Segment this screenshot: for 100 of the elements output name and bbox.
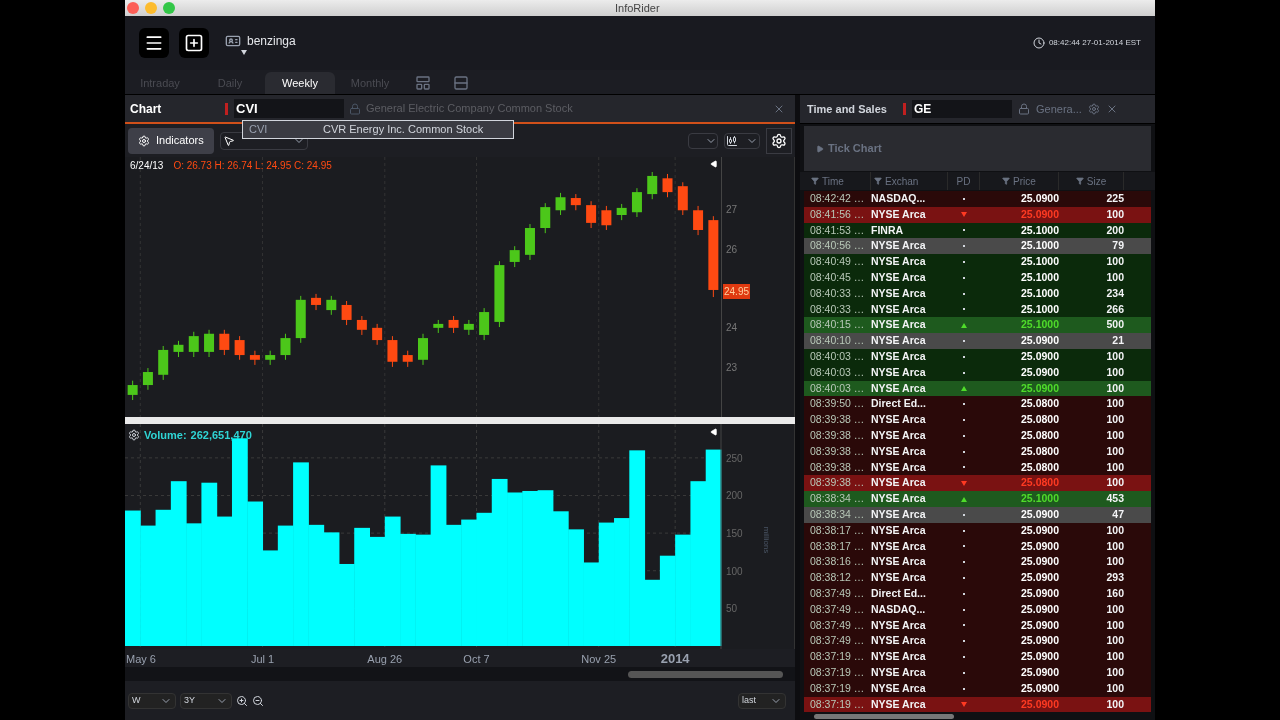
scrollbar-thumb[interactable] bbox=[814, 713, 954, 719]
trade-row[interactable]: 08:40:10 … NYSE Arca 25.0900 21 bbox=[804, 333, 1151, 349]
price-cell-text: 25.0900 bbox=[1020, 554, 1059, 570]
time-cell-text: 08:40:03 … bbox=[809, 349, 866, 364]
collapse-arrow-icon[interactable] bbox=[710, 160, 718, 168]
filter-icon[interactable] bbox=[1075, 177, 1084, 185]
size-cell-text: 100 bbox=[1105, 680, 1124, 696]
price-cell-text: 25.0900 bbox=[1020, 191, 1059, 206]
size-cell-text: 21 bbox=[1111, 333, 1124, 349]
candlestick bbox=[356, 315, 367, 336]
symbol-field[interactable]: CVI bbox=[234, 98, 344, 119]
expand-arrow-icon[interactable] bbox=[816, 144, 824, 153]
period-tab[interactable]: Weekly bbox=[265, 72, 335, 94]
settings-button[interactable] bbox=[766, 127, 792, 154]
layout-icon[interactable] bbox=[415, 75, 431, 91]
trade-row[interactable]: 08:42:42 … NASDAQ... 25.0900 225 bbox=[804, 191, 1151, 207]
trade-row[interactable]: 08:39:50 … Direct Ed... 25.0800 100 bbox=[804, 396, 1151, 413]
candlestick bbox=[234, 335, 245, 361]
column-header[interactable]: Size bbox=[1059, 172, 1124, 190]
trade-row[interactable]: 08:39:38 … NYSE Arca 25.0800 100 bbox=[804, 412, 1151, 428]
size-cell-text: 453 bbox=[1105, 491, 1124, 507]
exchange-cell-text: NYSE Arca bbox=[871, 696, 927, 712]
size-cell-text: 100 bbox=[1105, 380, 1124, 396]
candlestick-icon bbox=[726, 134, 738, 147]
candlestick bbox=[540, 202, 551, 234]
candlestick bbox=[693, 205, 704, 236]
trade-row[interactable]: 08:38:12 … NYSE Arca 25.0900 293 bbox=[804, 570, 1151, 586]
price-cell-text: 25.0900 bbox=[1020, 522, 1059, 538]
time-cell-text: 08:37:49 … bbox=[809, 585, 866, 601]
column-header[interactable]: PD bbox=[948, 172, 980, 190]
price-type-dropdown[interactable]: last bbox=[738, 692, 786, 709]
exchange-cell-text: NYSE Arca bbox=[871, 664, 927, 680]
exchange-cell-text: NYSE Arca bbox=[871, 522, 927, 538]
price-cell-text: 25.0900 bbox=[1020, 617, 1059, 633]
time-cell-text: 08:38:16 … bbox=[809, 554, 866, 570]
candlestick bbox=[341, 300, 352, 326]
time-cell-text: 08:37:19 … bbox=[809, 649, 866, 665]
autocomplete-name[interactable]: CVR Energy Inc. Common Stock bbox=[323, 121, 484, 138]
zoom-out-icon[interactable] bbox=[252, 694, 264, 707]
exchange-cell-text: NYSE Arca bbox=[871, 680, 927, 696]
indicators-button[interactable]: Indicators bbox=[128, 127, 214, 154]
trade-row[interactable]: 08:40:49 … NYSE Arca 25.1000 100 bbox=[804, 254, 1151, 270]
range-value: 3Y bbox=[184, 693, 195, 707]
user-name[interactable]: benzinga bbox=[247, 31, 296, 50]
time-cell-text: 08:38:17 … bbox=[809, 538, 866, 554]
price-cell-text: 25.1000 bbox=[1020, 285, 1059, 301]
candlestick bbox=[249, 350, 260, 366]
zoom-in-icon[interactable] bbox=[236, 694, 248, 707]
price-cell-text: 25.1000 bbox=[1020, 491, 1059, 507]
size-cell-text: 100 bbox=[1105, 443, 1124, 459]
symbol-field[interactable]: GE bbox=[912, 100, 1012, 118]
time-cell-text: 08:37:19 … bbox=[809, 664, 866, 680]
menu-button[interactable] bbox=[139, 28, 169, 58]
candlestick bbox=[555, 192, 566, 216]
clock-icon bbox=[1032, 37, 1045, 49]
collapse-arrow-icon[interactable] bbox=[710, 428, 718, 436]
exchange-cell-text: NYSE Arca bbox=[871, 285, 927, 301]
price-axis-label: 24 bbox=[726, 322, 738, 334]
autocomplete-symbol[interactable]: CVI bbox=[243, 121, 323, 138]
interval-dropdown[interactable]: W bbox=[128, 692, 176, 709]
candlestick bbox=[586, 200, 597, 229]
column-header[interactable]: Price bbox=[980, 172, 1059, 190]
trade-row[interactable]: 08:38:34 … NYSE Arca 25.1000 453 bbox=[804, 491, 1151, 507]
size-cell-text: 100 bbox=[1105, 696, 1124, 712]
filter-icon[interactable] bbox=[874, 177, 882, 185]
filter-icon[interactable] bbox=[811, 177, 819, 185]
filter-icon[interactable] bbox=[1002, 177, 1011, 185]
style-dropdown[interactable] bbox=[688, 132, 718, 149]
candlestick bbox=[219, 329, 230, 356]
settings-icon bbox=[771, 132, 787, 149]
price-cell-text: 25.0900 bbox=[1020, 380, 1059, 396]
trade-row[interactable]: 08:39:38 … NYSE Arca 25.0800 100 bbox=[804, 475, 1151, 492]
column-header[interactable]: Time bbox=[808, 172, 871, 190]
exchange-cell-text: NASDAQ... bbox=[871, 601, 927, 617]
candlestick bbox=[142, 367, 153, 391]
lock-icon bbox=[1018, 103, 1030, 115]
column-header[interactable]: Exchan bbox=[871, 172, 948, 190]
new-window-button[interactable] bbox=[179, 28, 209, 58]
time-cell-text: 08:38:34 … bbox=[809, 506, 866, 522]
exchange-cell-text: NYSE Arca bbox=[871, 570, 927, 586]
caret-icon[interactable] bbox=[241, 49, 247, 55]
close-window-button[interactable] bbox=[127, 2, 139, 14]
size-cell-text: 160 bbox=[1105, 585, 1124, 601]
cursor-dropdown[interactable] bbox=[219, 131, 308, 150]
trade-row[interactable]: 08:40:56 … NYSE Arca 25.1000 79 bbox=[804, 238, 1151, 255]
trade-row[interactable]: 08:40:15 … NYSE Arca 25.1000 500 bbox=[804, 317, 1151, 334]
time-cell-text: 08:42:42 … bbox=[809, 191, 866, 206]
chart-type-dropdown[interactable] bbox=[724, 132, 760, 149]
candlestick bbox=[570, 193, 581, 211]
trade-row[interactable]: 08:38:16 … NYSE Arca 25.0900 100 bbox=[804, 554, 1151, 571]
layout-icon[interactable] bbox=[453, 75, 469, 91]
panel-title: Chart bbox=[129, 100, 163, 118]
trade-row[interactable]: 08:37:49 … NYSE Arca 25.0900 100 bbox=[804, 633, 1151, 650]
time-cell-text: 08:38:17 … bbox=[809, 522, 866, 538]
trade-row[interactable]: 08:37:19 … NYSE Arca 25.0900 100 bbox=[804, 649, 1151, 665]
range-dropdown[interactable]: 3Y bbox=[180, 692, 232, 709]
date-axis-label: Jul 1 bbox=[250, 652, 275, 667]
candlestick bbox=[616, 203, 627, 221]
scrollbar-thumb[interactable] bbox=[628, 670, 783, 678]
price-cell-text: 25.0900 bbox=[1020, 506, 1059, 522]
